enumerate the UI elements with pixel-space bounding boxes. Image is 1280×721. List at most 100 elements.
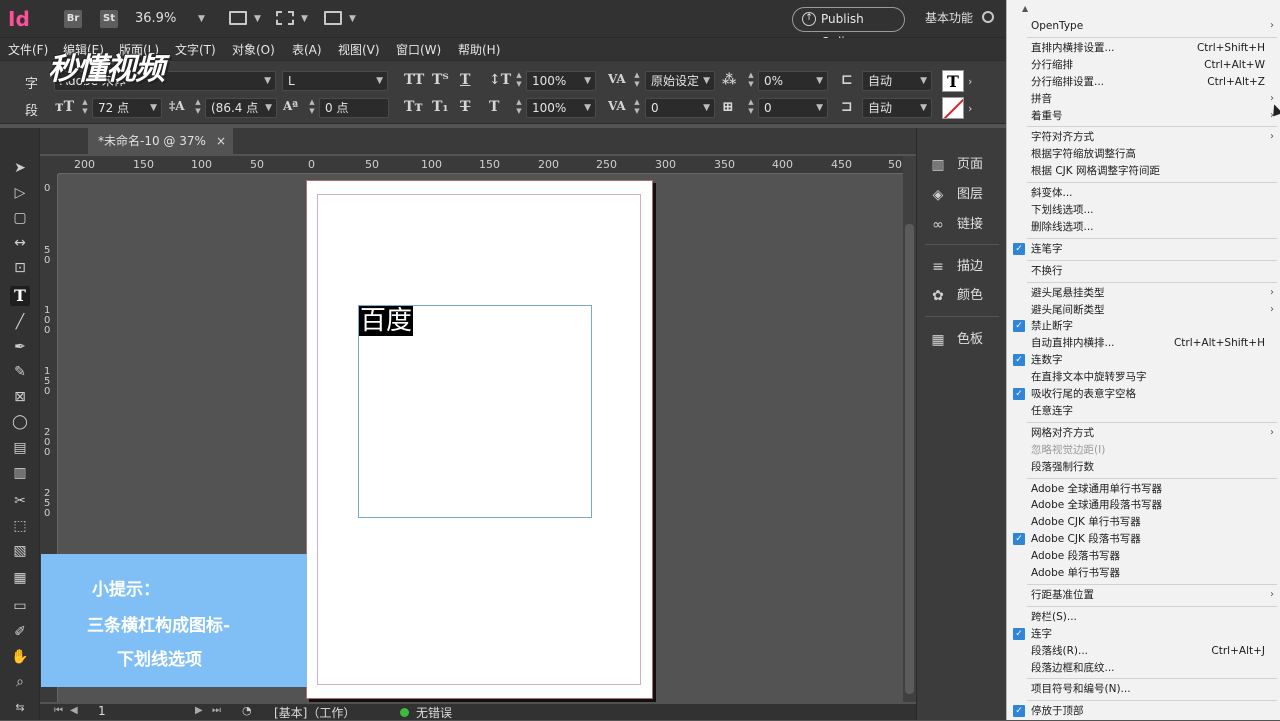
- menu-item[interactable]: 分行缩排设置... Ctrl+Alt+Z: [1007, 74, 1280, 90]
- menu-item[interactable]: 项目符号和编号(N)...: [1007, 681, 1280, 697]
- view-options-icon[interactable]: [229, 11, 247, 25]
- chevron-down-icon[interactable]: ▼: [920, 99, 927, 117]
- menu-item[interactable]: Adobe 全球通用单行书写器: [1007, 481, 1280, 497]
- menu-item[interactable]: 避头尾悬挂类型 ›: [1007, 285, 1280, 301]
- menu-scroll-up-icon[interactable]: ▲: [1022, 4, 1028, 13]
- menu-item[interactable]: Adobe 单行书写器: [1007, 565, 1280, 581]
- menu-item[interactable]: 删除线选项...: [1007, 219, 1280, 235]
- panel-color[interactable]: ✿ 颜色: [917, 284, 1007, 308]
- chevron-down-icon[interactable]: ▼: [703, 72, 710, 90]
- document-tab[interactable]: *未命名-10 @ 37% ×: [88, 128, 233, 154]
- tsume-stepper[interactable]: ▲ ▼: [746, 71, 756, 91]
- menu-view[interactable]: 视图(V): [338, 41, 380, 58]
- first-page-icon[interactable]: ⏮: [54, 705, 63, 716]
- menu-item[interactable]: 根据字符缩放调整行高: [1007, 146, 1280, 162]
- baseline-shift-field[interactable]: 0 点: [319, 98, 389, 118]
- chevron-right-icon[interactable]: ›: [968, 75, 972, 88]
- bridge-button[interactable]: Br: [64, 10, 82, 28]
- workspace-switcher[interactable]: 基本功能: [925, 9, 973, 26]
- previous-page-icon[interactable]: ◀: [70, 705, 78, 716]
- menu-item[interactable]: 下划线选项...: [1007, 202, 1280, 218]
- fill-stroke-swap-icon[interactable]: ⇆: [10, 698, 30, 718]
- menu-item[interactable]: ✓ 连数字: [1007, 352, 1280, 368]
- direct-selection-tool-icon[interactable]: ▷: [10, 183, 30, 203]
- gap-tool-icon[interactable]: ↔: [10, 233, 30, 253]
- ruler-origin[interactable]: [40, 156, 58, 174]
- panel-links[interactable]: ∞ 链接: [917, 213, 1007, 237]
- eyedropper-tool-icon[interactable]: ✐: [10, 622, 30, 642]
- baseline-shift-stepper[interactable]: ▲ ▼: [307, 98, 317, 118]
- menu-item[interactable]: ✓ 连字: [1007, 626, 1280, 642]
- page-tool-icon[interactable]: ▢: [10, 208, 30, 228]
- menu-item[interactable]: Adobe 全球通用段落书写器: [1007, 497, 1280, 513]
- font-size-field[interactable]: 72 点 ▼: [92, 98, 162, 118]
- next-page-icon[interactable]: ▶: [195, 705, 203, 716]
- font-size-stepper[interactable]: ▲ ▼: [80, 98, 90, 118]
- pencil-tool-icon[interactable]: ✎: [10, 362, 30, 382]
- horizontal-scale-field[interactable]: 100% ▼: [526, 98, 596, 118]
- menu-item[interactable]: 段落强制行数: [1007, 459, 1280, 475]
- page-number-field[interactable]: 1: [98, 704, 106, 718]
- free-transform-tool-icon[interactable]: ⬚: [10, 516, 30, 536]
- menu-item[interactable]: 字符对齐方式 ›: [1007, 129, 1280, 145]
- strikethrough-icon[interactable]: T: [460, 99, 470, 115]
- kerning-stepper[interactable]: ▲ ▼: [632, 71, 642, 91]
- tsume-field[interactable]: 0% ▼: [758, 71, 828, 91]
- screen-mode-icon[interactable]: [276, 11, 294, 25]
- open-page-icon[interactable]: ◔: [242, 704, 252, 717]
- menu-item[interactable]: 避头尾间断类型 ›: [1007, 302, 1280, 318]
- chevron-down-icon[interactable]: ▼: [264, 72, 271, 90]
- menu-item[interactable]: 段落边框和底纹...: [1007, 660, 1280, 676]
- menu-item[interactable]: 根据 CJK 网格调整字符间距: [1007, 163, 1280, 179]
- menu-help[interactable]: 帮助(H): [458, 41, 500, 58]
- chevron-down-icon[interactable]: ▼: [920, 72, 927, 90]
- menu-item[interactable]: ✓ Adobe CJK 段落书写器: [1007, 531, 1280, 547]
- horizontal-grid-tool-icon[interactable]: ▤: [10, 438, 30, 458]
- menu-item[interactable]: 不换行: [1007, 263, 1280, 279]
- close-icon[interactable]: ×: [216, 128, 226, 154]
- chevron-down-icon[interactable]: ▼: [584, 72, 591, 90]
- arrange-documents-icon[interactable]: [324, 11, 342, 25]
- menu-item[interactable]: Adobe 段落书写器: [1007, 548, 1280, 564]
- gradient-swatch-tool-icon[interactable]: ▧: [10, 541, 30, 561]
- publish-online-button[interactable]: ↑ Publish Online: [792, 7, 905, 49]
- last-page-icon[interactable]: ⏭: [212, 705, 221, 716]
- rectangle-frame-tool-icon[interactable]: ⊠: [10, 387, 30, 407]
- panel-pages[interactable]: ▥ 页面: [917, 153, 1007, 177]
- tracking-stepper[interactable]: ▲ ▼: [632, 98, 642, 118]
- type-tool-icon[interactable]: T: [10, 286, 30, 306]
- scissors-tool-icon[interactable]: ✂: [10, 491, 30, 511]
- subscript-icon[interactable]: T₁: [432, 99, 449, 115]
- font-style-field[interactable]: L ▼: [282, 71, 388, 91]
- text-frame[interactable]: [358, 305, 592, 518]
- panel-swatches[interactable]: ▦ 色板: [917, 328, 1007, 352]
- menu-object[interactable]: 对象(O): [232, 41, 275, 58]
- horizontal-ruler[interactable]: 200 150 100 50 0 50 100 150 200 250 300 …: [58, 156, 903, 174]
- all-caps-icon[interactable]: TT: [404, 72, 424, 88]
- zoom-tool-icon[interactable]: ⌕: [10, 672, 30, 692]
- gradient-feather-tool-icon[interactable]: ▦: [10, 568, 30, 588]
- ellipse-tool-icon[interactable]: ◯: [10, 412, 30, 432]
- menu-item[interactable]: 着重号 ›: [1007, 108, 1280, 124]
- menu-item[interactable]: 斜变体...: [1007, 185, 1280, 201]
- preflight-profile[interactable]: [基本]（工作）: [274, 704, 355, 721]
- menu-item[interactable]: ✓ 禁止断字: [1007, 318, 1280, 334]
- selected-text[interactable]: 百度: [359, 306, 414, 336]
- underline-icon[interactable]: T: [460, 72, 470, 88]
- menu-item[interactable]: Adobe CJK 单行书写器: [1007, 514, 1280, 530]
- menu-item[interactable]: 拼音 ›: [1007, 91, 1280, 107]
- zoom-dropdown-icon[interactable]: ▼: [198, 14, 205, 24]
- selection-tool-icon[interactable]: ➤: [10, 158, 30, 178]
- menu-item[interactable]: 直排内横排设置... Ctrl+Shift+H: [1007, 40, 1280, 56]
- aki-after-field[interactable]: 自动 ▼: [862, 98, 932, 118]
- grid-spacing-field[interactable]: 0 ▼: [758, 98, 828, 118]
- menu-item[interactable]: ✓ 连笔字: [1007, 241, 1280, 257]
- kerning-field[interactable]: 原始设定 ▼: [645, 71, 715, 91]
- scrollbar-thumb[interactable]: [905, 224, 914, 694]
- chevron-down-icon[interactable]: ▼: [254, 14, 261, 24]
- menu-item[interactable]: 分行缩排 Ctrl+Alt+W: [1007, 57, 1280, 73]
- pen-tool-icon[interactable]: ✒: [10, 337, 30, 357]
- menu-type[interactable]: 文字(T): [175, 41, 216, 58]
- chevron-down-icon[interactable]: ▼: [349, 14, 356, 24]
- chevron-down-icon[interactable]: ▼: [150, 99, 157, 117]
